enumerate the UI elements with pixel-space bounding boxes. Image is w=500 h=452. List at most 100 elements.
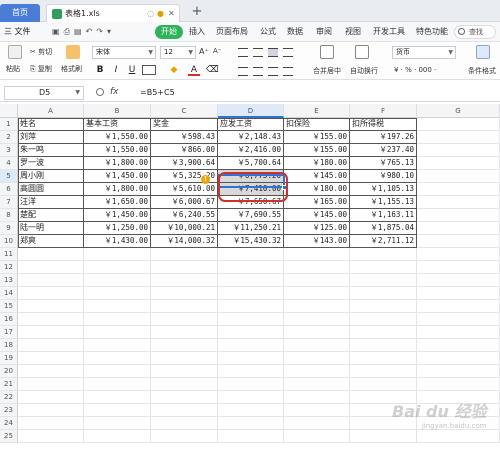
empty-cell[interactable] xyxy=(417,183,500,196)
menu-developer[interactable]: 开发工具 xyxy=(373,25,405,39)
value-cell[interactable]: ￥1,650.00 xyxy=(84,196,151,209)
merge-center-label[interactable]: 合并居中 xyxy=(313,66,341,76)
row-header-5[interactable]: 5 xyxy=(0,170,18,183)
align-center-icon[interactable] xyxy=(253,67,263,76)
value-cell[interactable]: ￥1,430.00 xyxy=(84,235,151,248)
column-header-b[interactable]: B xyxy=(84,104,151,118)
row-header-4[interactable]: 4 xyxy=(0,157,18,170)
row-header-23[interactable]: 23 xyxy=(0,404,18,417)
value-cell[interactable]: ￥1,550.00 xyxy=(84,144,151,157)
empty-cell[interactable] xyxy=(18,261,84,274)
empty-cell[interactable] xyxy=(84,274,151,287)
empty-cell[interactable] xyxy=(218,378,284,391)
value-cell[interactable]: ￥866.00 xyxy=(151,144,218,157)
wrap-text-label[interactable]: 自动换行 xyxy=(350,66,378,76)
empty-cell[interactable] xyxy=(417,274,500,287)
empty-cell[interactable] xyxy=(417,235,500,248)
empty-cell[interactable] xyxy=(84,430,151,443)
value-cell[interactable]: ￥5,610.00 xyxy=(151,183,218,196)
value-cell[interactable]: ￥765.13 xyxy=(350,157,417,170)
value-cell[interactable]: ￥155.00 xyxy=(284,131,350,144)
empty-cell[interactable] xyxy=(417,313,500,326)
pin-icon[interactable]: ◌ xyxy=(147,5,154,22)
close-tab-icon[interactable]: ✕ xyxy=(168,5,175,22)
empty-cell[interactable] xyxy=(350,287,417,300)
font-name-select[interactable]: 宋体 ▼ xyxy=(92,46,156,59)
empty-cell[interactable] xyxy=(151,339,218,352)
align-top-icon[interactable] xyxy=(238,48,248,57)
align-bottom-icon[interactable] xyxy=(268,48,278,57)
row-header-17[interactable]: 17 xyxy=(0,326,18,339)
grow-font-button[interactable]: A⁺ xyxy=(199,47,209,56)
row-header-14[interactable]: 14 xyxy=(0,287,18,300)
format-painter-icon[interactable] xyxy=(66,45,80,59)
empty-cell[interactable] xyxy=(284,352,350,365)
empty-cell[interactable] xyxy=(417,131,500,144)
value-cell[interactable]: ￥7,410.00 xyxy=(218,183,284,196)
row-header-25[interactable]: 25 xyxy=(0,430,18,443)
row-header-15[interactable]: 15 xyxy=(0,300,18,313)
empty-cell[interactable] xyxy=(151,261,218,274)
conditional-format-icon[interactable] xyxy=(476,45,490,59)
value-cell[interactable]: ￥143.00 xyxy=(284,235,350,248)
row-header-11[interactable]: 11 xyxy=(0,248,18,261)
empty-cell[interactable] xyxy=(350,274,417,287)
align-extra-icon[interactable] xyxy=(283,48,293,57)
value-cell[interactable]: ￥14,000.32 xyxy=(151,235,218,248)
column-header-c[interactable]: C xyxy=(151,104,218,118)
empty-cell[interactable] xyxy=(84,261,151,274)
empty-cell[interactable] xyxy=(84,300,151,313)
empty-cell[interactable] xyxy=(218,248,284,261)
menu-start[interactable]: 开始 xyxy=(155,25,183,39)
row-header-22[interactable]: 22 xyxy=(0,391,18,404)
empty-cell[interactable] xyxy=(151,417,218,430)
empty-cell[interactable] xyxy=(417,339,500,352)
row-header-13[interactable]: 13 xyxy=(0,274,18,287)
value-cell[interactable]: ￥2,148.43 xyxy=(218,131,284,144)
name-cell[interactable]: 高圆圆 xyxy=(18,183,84,196)
conditional-format-label[interactable]: 条件格式 xyxy=(468,66,496,76)
value-cell[interactable]: ￥180.00 xyxy=(284,157,350,170)
copy-button[interactable]: ⎘ 复制 xyxy=(30,64,52,74)
name-cell[interactable]: 周小刚 xyxy=(18,170,84,183)
empty-cell[interactable] xyxy=(151,248,218,261)
empty-cell[interactable] xyxy=(284,430,350,443)
empty-cell[interactable] xyxy=(151,365,218,378)
empty-cell[interactable] xyxy=(350,300,417,313)
value-cell[interactable]: ￥145.00 xyxy=(284,209,350,222)
empty-cell[interactable] xyxy=(18,365,84,378)
header-cell[interactable]: 扣所得税 xyxy=(350,118,417,131)
align-left-icon[interactable] xyxy=(238,67,248,76)
empty-cell[interactable] xyxy=(284,248,350,261)
shrink-font-button[interactable]: A⁻ xyxy=(213,47,221,55)
empty-cell[interactable] xyxy=(18,326,84,339)
row-header-19[interactable]: 19 xyxy=(0,352,18,365)
clear-format-icon[interactable]: ⌫ xyxy=(206,64,219,76)
row-header-9[interactable]: 9 xyxy=(0,222,18,235)
empty-cell[interactable] xyxy=(151,404,218,417)
value-cell[interactable]: ￥5,700.64 xyxy=(218,157,284,170)
menu-formulas[interactable]: 公式 xyxy=(260,25,276,39)
empty-cell[interactable] xyxy=(151,352,218,365)
empty-cell[interactable] xyxy=(284,261,350,274)
empty-cell[interactable] xyxy=(350,248,417,261)
value-cell[interactable]: ￥11,250.21 xyxy=(218,222,284,235)
file-menu[interactable]: 三 文件 xyxy=(4,25,31,39)
menu-insert[interactable]: 插入 xyxy=(189,25,205,39)
empty-cell[interactable] xyxy=(218,339,284,352)
header-cell[interactable]: 扣保险 xyxy=(284,118,350,131)
menu-features[interactable]: 特色功能 xyxy=(416,25,448,39)
empty-cell[interactable] xyxy=(218,417,284,430)
empty-cell[interactable] xyxy=(284,313,350,326)
empty-cell[interactable] xyxy=(218,404,284,417)
empty-cell[interactable] xyxy=(84,339,151,352)
value-cell[interactable]: ￥6,000.67 xyxy=(151,196,218,209)
empty-cell[interactable] xyxy=(84,248,151,261)
formula-input[interactable]: =B5+C5 xyxy=(140,87,175,99)
column-header-d[interactable]: D xyxy=(218,104,284,118)
value-cell[interactable]: ￥180.00 xyxy=(284,183,350,196)
cut-button[interactable]: ✂ 剪切 xyxy=(30,47,52,57)
warning-icon[interactable]: ! xyxy=(201,175,210,184)
zoom-icon[interactable] xyxy=(96,88,104,96)
value-cell[interactable]: ￥1,450.00 xyxy=(84,209,151,222)
